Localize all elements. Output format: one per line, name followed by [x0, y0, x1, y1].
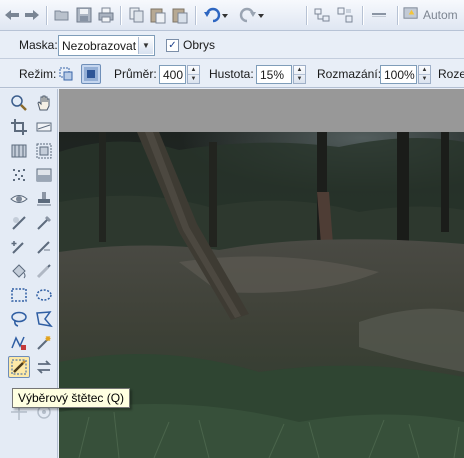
open-icon[interactable]: [52, 5, 72, 25]
hand-icon[interactable]: [33, 92, 55, 114]
polygon-lasso-icon[interactable]: [33, 308, 55, 330]
selection-mode-icon: [59, 67, 73, 81]
smudge-icon[interactable]: [33, 260, 55, 282]
ellipse-select-icon[interactable]: [33, 284, 55, 306]
brush-options-bar: Režim: Průměr: 400 ▲ ▼ Hustota: 15% ▲ ▼ Ro…: [0, 60, 464, 88]
dodge-icon[interactable]: [8, 212, 30, 234]
density-label: Hustota:: [209, 67, 254, 81]
save-icon[interactable]: [74, 5, 94, 25]
crop-icon[interactable]: [8, 116, 30, 138]
selection-brush-icon[interactable]: [8, 356, 30, 378]
toolbar-separator: [120, 6, 121, 25]
chevron-down-icon[interactable]: ▼: [138, 37, 153, 54]
outline-checkbox[interactable]: ✓: [166, 39, 179, 52]
spin-down-icon[interactable]: ▼: [188, 74, 199, 83]
undo-icon[interactable]: [202, 5, 230, 25]
spin-up-icon[interactable]: ▲: [188, 66, 199, 74]
lasso-icon[interactable]: [8, 308, 30, 330]
toolbar-separator: [306, 6, 307, 25]
blur-label: Rozmazání:: [317, 67, 382, 81]
toolbar-separator: [46, 6, 47, 25]
align-icon[interactable]: [335, 5, 355, 25]
rect-select-icon[interactable]: [8, 284, 30, 306]
next-option-label: Roze: [438, 67, 464, 81]
fill-icon[interactable]: [8, 260, 30, 282]
resize-icon[interactable]: [33, 140, 55, 162]
magnetic-lasso-icon[interactable]: [8, 332, 30, 354]
forward-icon[interactable]: [22, 5, 42, 25]
stamp-icon[interactable]: [33, 188, 55, 210]
straighten-icon[interactable]: [33, 116, 55, 138]
red-eye-icon[interactable]: [8, 188, 30, 210]
main-toolbar: Autom: [0, 0, 464, 31]
auto-button[interactable]: Autom: [403, 5, 458, 25]
mode-subtract-button[interactable]: [81, 64, 101, 84]
gradient-icon[interactable]: [33, 164, 55, 186]
tool-tooltip: Výběrový štětec (Q): [12, 388, 131, 408]
forest-photo[interactable]: [59, 132, 464, 458]
paste-special-icon[interactable]: [170, 5, 190, 25]
mode-label: Režim:: [19, 67, 57, 81]
print-icon[interactable]: [96, 5, 116, 25]
spin-up-icon[interactable]: ▲: [419, 66, 430, 74]
mask-selected-value: Nezobrazovat: [62, 38, 137, 53]
zoom-icon[interactable]: [8, 92, 30, 114]
paste-icon[interactable]: [148, 5, 168, 25]
copy-icon[interactable]: [126, 5, 146, 25]
toolbar-separator: [195, 6, 196, 25]
spin-up-icon[interactable]: ▲: [294, 66, 305, 74]
diameter-spinner[interactable]: ▲ ▼: [187, 65, 200, 84]
magic-wand-icon[interactable]: [33, 332, 55, 354]
burn-icon[interactable]: [33, 212, 55, 234]
noise-icon[interactable]: [8, 164, 30, 186]
mask-options-bar: Maska: Nezobrazovat ▼ ✓ Obrys: [0, 32, 464, 59]
mode-add-button[interactable]: [56, 64, 76, 84]
minimize-icon[interactable]: [369, 5, 389, 25]
density-spinner[interactable]: ▲ ▼: [293, 65, 306, 84]
selection-mode-active-icon: [84, 67, 98, 81]
toolbar-separator: [397, 6, 398, 25]
perspective-icon[interactable]: [8, 140, 30, 162]
back-icon[interactable]: [2, 5, 22, 25]
mask-select[interactable]: Nezobrazovat ▼: [58, 35, 155, 56]
spin-down-icon[interactable]: ▼: [419, 74, 430, 83]
blur-icon[interactable]: [33, 236, 55, 258]
toolbar-separator: [362, 6, 363, 25]
blur-spinner[interactable]: ▲ ▼: [418, 65, 431, 84]
diameter-label: Průměr:: [114, 67, 157, 81]
diameter-input[interactable]: 400: [159, 65, 186, 84]
auto-label: Autom: [423, 8, 458, 22]
outline-label: Obrys: [183, 38, 216, 52]
sharpen-icon[interactable]: [8, 236, 30, 258]
density-input[interactable]: 15%: [256, 65, 292, 84]
mask-label: Maska:: [19, 38, 58, 52]
redo-icon[interactable]: [238, 5, 266, 25]
auto-icon: [403, 5, 420, 25]
layout-icon[interactable]: [312, 5, 332, 25]
swap-icon[interactable]: [33, 356, 55, 378]
blur-input[interactable]: 100%: [380, 65, 417, 84]
spin-down-icon[interactable]: ▼: [294, 74, 305, 83]
